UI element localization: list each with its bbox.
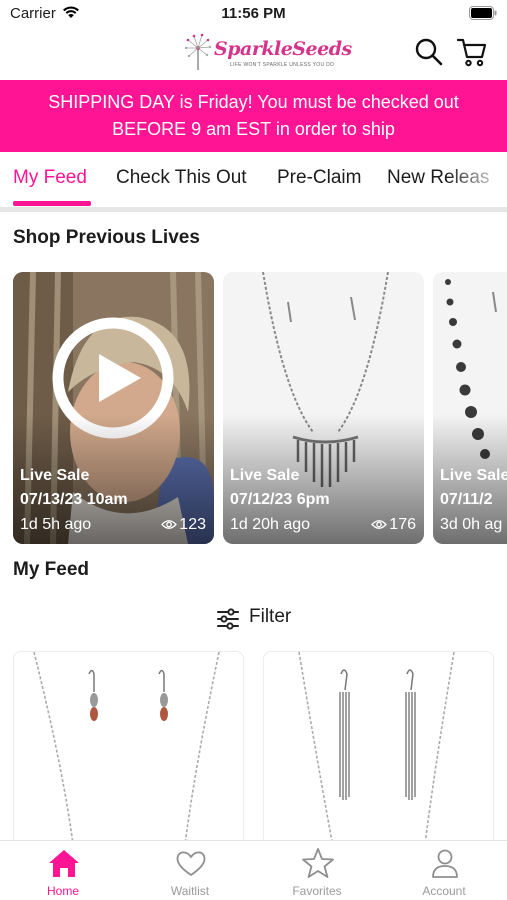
tabbar-label: Favorites [292, 884, 342, 898]
logo-wordmark: SparkleSeeds [214, 38, 352, 60]
my-feed-heading: My Feed [13, 559, 90, 580]
status-bar: Carrier 11:56 PM [0, 0, 507, 28]
banner-line-2: BEFORE 9 am EST in order to ship [112, 119, 395, 139]
sliders-icon [217, 608, 239, 630]
cart-icon[interactable] [456, 36, 488, 68]
tabbar-waitlist[interactable]: Waitlist [127, 841, 253, 900]
eye-icon [371, 520, 388, 530]
bottom-tab-bar: Home Waitlist Favorites Account [0, 840, 507, 900]
tabbar-label: Account [422, 884, 466, 898]
tabbar-label: Home [46, 884, 79, 898]
heart-icon [176, 851, 206, 876]
status-time: 11:56 PM [221, 5, 286, 22]
tabbar-account[interactable]: Account [381, 841, 507, 900]
tab-my-feed[interactable]: My Feed [13, 167, 87, 189]
views-number: 123 [179, 516, 206, 533]
tab-check-this-out[interactable]: Check This Out [116, 167, 247, 189]
live-card[interactable]: Live Sale 07/12/23 6pm 1d 20h ago 176 [223, 272, 424, 544]
home-icon [49, 850, 79, 877]
tabs-divider [0, 207, 507, 212]
logo-tagline: LIFE WON'T SPARKLE UNLESS YOU DO [230, 62, 335, 68]
product-card[interactable] [263, 651, 494, 851]
eye-icon [161, 520, 178, 530]
tassel-earrings-image [298, 652, 455, 850]
previous-lives-heading: Shop Previous Lives [13, 227, 200, 248]
search-icon[interactable] [415, 38, 443, 66]
sparkleseeds-logo[interactable]: SparkleSeeds LIFE WON'T SPARKLE UNLESS Y… [180, 32, 352, 76]
live-date: 07/11/2 [440, 491, 493, 508]
live-view-count: 123 [161, 516, 206, 534]
views-number: 176 [389, 516, 416, 533]
tabbar-label: Waitlist [170, 884, 210, 898]
battery-icon [469, 6, 497, 20]
live-time-ago: 1d 5h ago [20, 516, 92, 533]
tabbar-home[interactable]: Home [0, 841, 126, 900]
live-card[interactable]: Live Sale 07/11/2 3d 0h ag [433, 272, 507, 544]
live-time-ago: 3d 0h ag [440, 516, 503, 533]
live-date: 07/12/23 6pm [230, 491, 330, 508]
star-icon [302, 848, 334, 878]
tabs-fade [447, 152, 507, 208]
live-sale-label: Live Sale [20, 467, 90, 484]
live-sale-label: Live Sale [230, 467, 300, 484]
tabbar-favorites[interactable]: Favorites [254, 841, 380, 900]
live-sale-label: Live Sale [440, 467, 507, 484]
product-card[interactable] [13, 651, 244, 851]
banner-line-1: SHIPPING DAY is Friday! You must be chec… [48, 92, 459, 112]
live-time-ago: 1d 20h ago [230, 516, 311, 533]
app-header: SparkleSeeds LIFE WON'T SPARKLE UNLESS Y… [0, 28, 507, 80]
filter-label: Filter [249, 606, 292, 627]
filter-button[interactable]: Filter [0, 604, 507, 634]
person-icon [432, 849, 458, 878]
live-view-count: 176 [371, 516, 416, 534]
necklace-earrings-image [33, 652, 220, 850]
shipping-banner: SHIPPING DAY is Friday! You must be chec… [0, 80, 507, 152]
previous-lives-carousel[interactable]: Live Sale 07/13/23 10am 1d 5h ago 123 Li… [0, 272, 507, 544]
feed-tabs: My Feed Check This Out Pre-Claim New Rel… [0, 152, 507, 208]
live-date: 07/13/23 10am [20, 491, 128, 508]
live-card[interactable]: Live Sale 07/13/23 10am 1d 5h ago 123 [13, 272, 214, 544]
tab-pre-claim[interactable]: Pre-Claim [277, 167, 361, 189]
active-tab-indicator [13, 201, 91, 206]
